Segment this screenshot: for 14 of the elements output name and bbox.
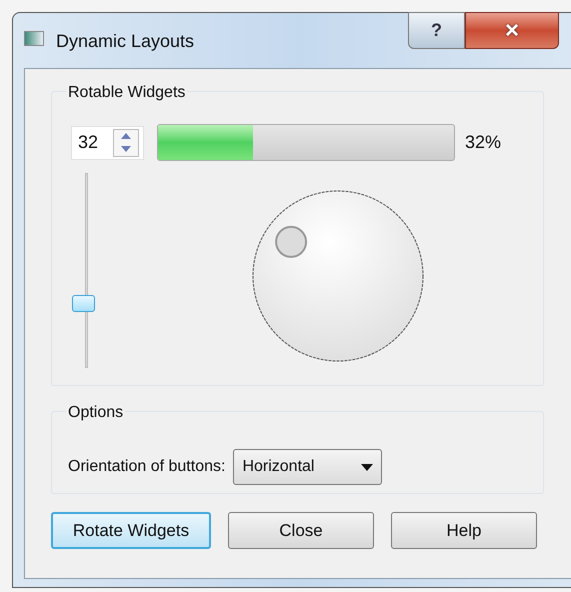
progress-percent: 32% xyxy=(465,131,502,154)
close-button[interactable]: × xyxy=(465,12,559,49)
spin-arrows-icon[interactable] xyxy=(113,128,139,156)
orientation-dropdown[interactable]: Horizontal xyxy=(233,449,382,485)
orientation-label: Orientation of buttons: xyxy=(68,457,226,477)
spin-box[interactable]: 32 xyxy=(71,126,144,160)
slider-handle[interactable] xyxy=(72,295,95,312)
help-button[interactable]: ? xyxy=(408,12,465,49)
dialog-button[interactable]: Rotate Widgets xyxy=(51,512,211,549)
window-title: Dynamic Layouts xyxy=(56,30,194,53)
dialog-button[interactable]: Help xyxy=(391,512,537,549)
app-icon xyxy=(24,31,44,46)
dialog-button[interactable]: Close xyxy=(228,512,374,549)
dropdown-arrow-icon xyxy=(361,464,374,470)
